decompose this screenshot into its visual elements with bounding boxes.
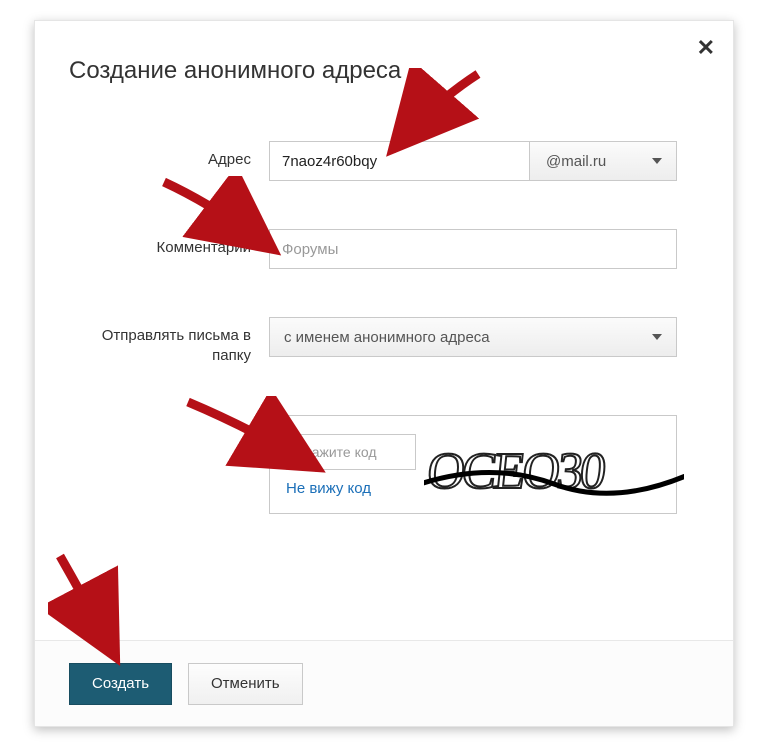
address-row: Адрес @mail.ru: [71, 141, 697, 181]
comment-input[interactable]: [269, 229, 677, 269]
domain-selected: @mail.ru: [546, 153, 606, 170]
modal-title: Создание анонимного адреса: [35, 21, 733, 85]
form-body: Адрес @mail.ru Комментарий Отправлять пи…: [35, 85, 733, 514]
captcha-refresh-link[interactable]: Не вижу код: [286, 480, 416, 497]
folder-row: Отправлять письма в папку с именем анони…: [71, 317, 697, 367]
create-anonymous-address-modal: ✕ Создание анонимного адреса Адрес @mail…: [34, 20, 734, 727]
comment-label: Комментарий: [71, 229, 269, 258]
folder-label: Отправлять письма в папку: [71, 317, 269, 367]
address-input[interactable]: [269, 141, 529, 181]
captcha-input[interactable]: [286, 434, 416, 470]
comment-row: Комментарий: [71, 229, 697, 269]
create-button[interactable]: Создать: [69, 663, 172, 705]
captcha-image: OCEO30: [424, 430, 684, 522]
caret-down-icon: [652, 334, 662, 340]
address-label: Адрес: [71, 141, 269, 170]
captcha-row: Не вижу код OCEO30: [71, 415, 697, 514]
folder-selected: с именем анонимного адреса: [284, 329, 490, 346]
captcha-container: Не вижу код OCEO30: [269, 415, 677, 514]
caret-down-icon: [652, 158, 662, 164]
address-input-group: @mail.ru: [269, 141, 677, 181]
close-icon[interactable]: ✕: [697, 37, 715, 59]
cancel-button[interactable]: Отменить: [188, 663, 303, 705]
folder-dropdown[interactable]: с именем анонимного адреса: [269, 317, 677, 357]
modal-footer: Создать Отменить: [35, 640, 733, 726]
domain-dropdown[interactable]: @mail.ru: [529, 141, 677, 181]
